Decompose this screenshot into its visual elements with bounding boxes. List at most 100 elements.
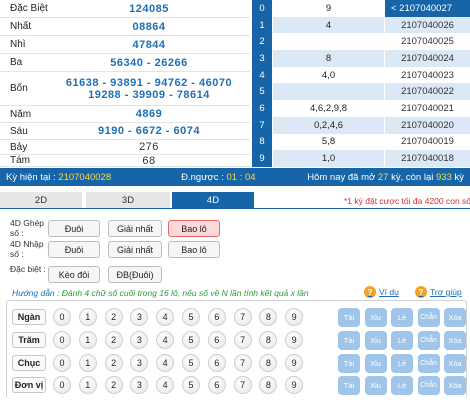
digit-ball[interactable]: 1 <box>78 354 97 372</box>
quick-pick-button[interactable]: Tài <box>338 376 360 395</box>
digit-ball[interactable]: 0 <box>53 308 71 326</box>
draw-id[interactable]: 2107040018 <box>384 150 470 167</box>
digit-ball[interactable]: 6 <box>207 354 226 372</box>
quick-pick-button[interactable]: Chẵn <box>417 308 440 327</box>
bet-group-label: 4D Nhập số : <box>10 239 44 259</box>
bet-type-button[interactable]: Giải nhất <box>108 220 162 237</box>
countdown-label: Đ.ngược : <box>181 171 227 183</box>
prize-label: Năm <box>10 108 32 120</box>
loto-row[interactable]: 6 4,6,2,9,8 2107040021 <box>252 100 470 117</box>
digit-ball[interactable]: 5 <box>182 308 200 326</box>
loto-head: 4 <box>252 66 272 84</box>
quick-pick-button[interactable]: Xóa <box>444 354 466 373</box>
prize-value: 08864 <box>48 18 250 35</box>
result-row: Sáu 9190 - 6672 - 6074 <box>0 123 250 140</box>
digit-ball[interactable]: 6 <box>207 376 226 394</box>
digit-ball[interactable]: 5 <box>182 376 200 394</box>
quick-pick-button[interactable]: Xỉu <box>364 308 387 327</box>
position-label: Trăm <box>12 332 46 348</box>
result-row: Ba 56340 - 26266 <box>0 54 250 72</box>
quick-pick-button[interactable]: Xỉu <box>364 376 387 395</box>
loto-row[interactable]: 3 8 2107040024 <box>252 50 470 67</box>
quick-pick-button[interactable]: Tài <box>338 308 360 327</box>
today-suffix: kỳ <box>451 171 464 183</box>
prize-value: 56340 - 26266 <box>48 54 250 71</box>
quick-pick-button[interactable]: Chẵn <box>417 354 440 373</box>
digit-ball[interactable]: 2 <box>104 354 123 372</box>
position-label: Đơn vị <box>12 377 46 393</box>
digit-ball[interactable]: 2 <box>104 308 123 326</box>
loto-row[interactable]: 1 4 2107040026 <box>252 16 470 34</box>
quick-pick-button[interactable]: Xỉu <box>364 354 387 373</box>
digit-ball[interactable]: 2 <box>104 376 123 394</box>
draw-id[interactable]: 2107040024 <box>384 50 470 67</box>
quick-pick-button[interactable]: Lẻ <box>391 354 413 373</box>
quick-pick-button[interactable]: Chẵn <box>417 376 440 395</box>
quick-pick-button[interactable]: Tài <box>338 331 360 350</box>
draw-id[interactable]: 2107040026 <box>384 16 470 34</box>
example-link[interactable]: ? Ví dụ <box>364 286 399 298</box>
draw-id[interactable]: 2107040023 <box>384 66 470 84</box>
digit-ball[interactable]: 5 <box>182 354 200 372</box>
digit-ball[interactable]: 7 <box>233 308 252 326</box>
position-label: Chục <box>12 355 46 371</box>
loto-tails: 4,6,2,9,8 <box>272 100 384 117</box>
tab-3d[interactable]: 3D <box>86 192 170 208</box>
prize-value: 276 <box>48 140 250 154</box>
prize-number: 47844 <box>132 38 166 51</box>
prize-number: 08864 <box>132 20 166 33</box>
loto-row[interactable]: 4 4,0 2107040023 <box>252 66 470 84</box>
bet-type-button[interactable]: Bao lô <box>168 220 220 237</box>
digit-ball[interactable]: 7 <box>233 331 252 349</box>
digit-ball[interactable]: 6 <box>207 331 226 349</box>
quick-pick-button[interactable]: Xóa <box>444 308 466 327</box>
tab-2d[interactable]: 2D <box>0 192 82 208</box>
digit-ball[interactable]: 7 <box>233 376 252 394</box>
loto-row[interactable]: 5 2107040022 <box>252 83 470 101</box>
digit-ball[interactable]: 7 <box>233 354 252 372</box>
result-row: Tám 68 <box>0 155 250 167</box>
loto-tails: 8 <box>272 50 384 67</box>
draw-id[interactable]: 2107040020 <box>384 116 470 134</box>
bet-type-button[interactable]: Giải nhất <box>108 241 162 258</box>
digit-ball[interactable]: 0 <box>53 331 71 349</box>
digit-ball[interactable]: 2 <box>104 331 123 349</box>
quick-pick-button[interactable]: Xóa <box>444 331 466 350</box>
bet-type-button[interactable]: Kèo đôi <box>48 266 100 283</box>
quick-pick-button[interactable]: Chẵn <box>417 331 440 350</box>
digit-ball[interactable]: 1 <box>78 308 97 326</box>
loto-row[interactable]: 0 9 < 2107040027 <box>252 0 470 17</box>
loto-row[interactable]: 7 0,2,4,6 2107040020 <box>252 116 470 134</box>
guide-body: Đánh 4 chữ số cuối trong 16 lô, nếu số v… <box>61 288 309 298</box>
loto-row[interactable]: 9 1,0 2107040018 <box>252 150 470 167</box>
prize-label: Nhì <box>10 39 26 50</box>
digit-ball[interactable]: 1 <box>78 376 97 394</box>
quick-pick-button[interactable]: Lẻ <box>391 308 413 327</box>
digit-ball[interactable]: 1 <box>78 331 97 349</box>
loto-row[interactable]: 8 5,8 2107040019 <box>252 133 470 151</box>
question-icon: ? <box>364 286 376 298</box>
loto-head: 2 <box>252 33 272 51</box>
draw-id[interactable]: < 2107040027 <box>384 0 470 17</box>
quick-pick-button[interactable]: Xỉu <box>364 331 387 350</box>
digit-ball[interactable]: 6 <box>207 308 226 326</box>
draw-id[interactable]: 2107040022 <box>384 83 470 101</box>
help-link[interactable]: ? Trợ giúp <box>415 286 462 298</box>
draw-id[interactable]: 2107040025 <box>384 33 470 51</box>
bet-type-button[interactable]: ĐB(Đuôi) <box>108 266 162 283</box>
quick-pick-button[interactable]: Lẻ <box>391 331 413 350</box>
quick-pick-button[interactable]: Lẻ <box>391 376 413 395</box>
quick-pick-button[interactable]: Xóa <box>444 376 466 395</box>
digit-ball[interactable]: 5 <box>182 331 200 349</box>
draw-id[interactable]: 2107040019 <box>384 133 470 151</box>
digit-ball[interactable]: 0 <box>53 376 71 394</box>
digit-ball[interactable]: 0 <box>53 354 71 372</box>
quick-pick-button[interactable]: Tài <box>338 354 360 373</box>
bet-type-button[interactable]: Đuôi <box>48 241 100 258</box>
tab-4d[interactable]: 4D <box>172 192 254 208</box>
prize-value: 9190 - 6672 - 6074 <box>48 123 250 139</box>
loto-row[interactable]: 2 2107040025 <box>252 33 470 51</box>
bet-type-button[interactable]: Bao lô <box>168 241 220 258</box>
bet-type-button[interactable]: Đuôi <box>48 220 100 237</box>
draw-id[interactable]: 2107040021 <box>384 100 470 117</box>
